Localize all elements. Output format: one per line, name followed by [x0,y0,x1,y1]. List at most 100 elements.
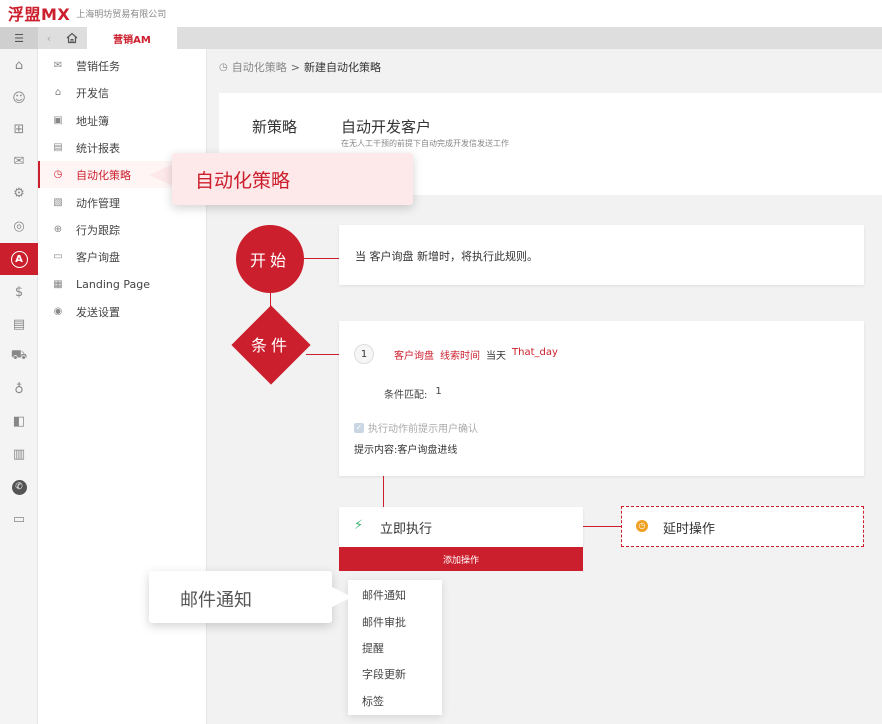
org-icon[interactable]: ⊞ [0,113,38,145]
dropdown-item-field-update[interactable]: 字段更新 [362,666,406,682]
add-action-button[interactable]: 添加操作 [339,547,583,571]
document-icon[interactable]: ▤ [0,308,38,340]
start-node[interactable]: 开始 [236,225,304,293]
icon-rail: ⌂ ☺ ⊞ ✉ ⚙ ◎ A $ ▤ ⛟ ♁ ◧ ▥ ✆ ▭ [0,49,38,724]
condition-value: That_day [512,347,558,358]
app-root: 浮盟MX 上海明坊贸易有限公司 ☰ ‹ 营销AM ⌂ ☺ ⊞ ✉ ⚙ ◎ A $… [0,0,882,724]
target-icon: ⊕ [53,224,63,235]
connector-action-delay [583,526,621,527]
condition-field2: 线索时间 [440,351,480,362]
menu-label: 地址簿 [76,114,109,128]
back-arrow-icon[interactable]: ‹ [40,27,58,49]
breadcrumb-parent[interactable]: 自动化策略 [232,59,287,75]
condition-rule[interactable]: 客户询盘 线索时间 当天 That_day [394,347,558,362]
connector-start-card [304,258,339,259]
condition-match: 条件匹配: 1 [384,386,442,401]
inquiry-icon: ▭ [53,251,63,262]
confirm-row: ✓ 执行动作前提示用户确认 [354,420,478,435]
book-icon[interactable]: ◧ [0,405,38,437]
mail-icon[interactable]: ✉ [0,145,38,177]
chart-icon[interactable]: ▥ [0,438,38,470]
confirm-label: 执行动作前提示用户确认 [368,424,478,435]
callout-menu: 自动化策略 [172,153,413,205]
logo-mark: 浮盟MX [8,5,71,24]
menu-label: 发送设置 [76,305,120,319]
menu-item-tracking[interactable]: ⊕ 行为跟踪 [38,216,206,243]
callout-dropdown-text: 邮件通知 [180,590,252,611]
menu-label: 动作管理 [76,196,120,210]
delay-label: 延时操作 [663,522,716,537]
confirm-checkbox[interactable]: ✓ [354,422,364,433]
tab-bar: ☰ ‹ 营销AM [0,27,882,49]
settings-icon: ◉ [53,306,63,317]
money-bag-icon[interactable]: ♁ [0,373,38,405]
strategy-label: 新策略 [252,118,298,136]
open-mail-icon: ⌂ [54,87,62,98]
connector-condition-card [306,354,339,355]
truck-icon[interactable]: ⛟ [0,340,38,372]
menu-item-landing-page[interactable]: ▦ Landing Page [38,271,206,298]
callout-dropdown: 邮件通知 [149,571,332,623]
clock-delay-icon: ◷ [636,520,648,532]
dollar-icon[interactable]: $ [0,276,38,308]
condition-card: 1 客户询盘 线索时间 当天 That_day 条件匹配: 1 ✓ 执行动作前提… [339,321,864,476]
envelope-icon: ✉ [53,60,63,71]
home-icon[interactable]: ⌂ [0,49,38,81]
automation-icon[interactable]: A [0,243,38,275]
menu-label: Landing Page [76,278,150,291]
dropdown-item-tag[interactable]: 标签 [362,693,384,709]
clock-icon: ◷ [219,61,228,73]
condition-label: 条件 [250,336,291,355]
condition-index: 1 [354,344,374,364]
callout-menu-text: 自动化策略 [195,170,291,192]
menu-label: 客户询盘 [76,250,120,264]
monitor-icon[interactable]: ▭ [0,503,38,535]
action-icon: ▧ [53,197,63,208]
compass-icon[interactable]: ◎ [0,210,38,242]
callout-dropdown-arrow [332,587,352,607]
bolt-icon: ⚡ [354,518,364,533]
condition-op: 当天 [486,351,506,362]
settings-cog-icon[interactable]: ⚙ [0,177,38,209]
menu-item-dev-letters[interactable]: ⌂ 开发信 [38,79,206,106]
chat-icon[interactable]: ✆ [0,471,38,503]
menu-label: 统计报表 [76,141,120,155]
menu-toggle-icon[interactable]: ☰ [0,27,38,49]
menu-label: 开发信 [76,86,109,100]
start-card: 当 客户询盘 新增时，将执行此规则。 [339,225,864,285]
dropdown-item-email-notify[interactable]: 邮件通知 [362,587,406,603]
action-label: 立即执行 [380,522,433,537]
menu-label: 营销任务 [76,59,120,73]
address-book-icon: ▣ [53,115,63,126]
strategy-name[interactable]: 自动开发客户 [341,116,431,137]
breadcrumb-separator: > [290,60,300,74]
start-text: 当 客户询盘 新增时，将执行此规则。 [355,250,538,263]
app-logo: 浮盟MX 上海明坊贸易有限公司 [8,3,167,24]
menu-item-address-book[interactable]: ▣ 地址簿 [38,107,206,134]
menu-label: 自动化策略 [76,168,131,182]
home-tab-icon[interactable] [60,27,84,49]
delay-card[interactable]: ◷ 延时操作 [621,506,864,547]
contact-icon[interactable]: ☺ [0,82,38,114]
menu-label: 行为跟踪 [76,223,120,237]
breadcrumb: ◷ 自动化策略 > 新建自动化策略 [219,59,381,75]
connector-condition-action [383,476,384,507]
action-card: ⚡ 立即执行 [339,507,583,547]
report-icon: ▤ [53,142,63,153]
tab-marketing-am[interactable]: 营销AM [87,27,177,49]
callout-menu-arrow [149,164,173,186]
breadcrumb-current: 新建自动化策略 [303,61,381,74]
dropdown-item-email-approval[interactable]: 邮件审批 [362,614,406,630]
match-label: 条件匹配: [384,390,428,401]
page-icon: ▦ [53,279,63,290]
clock-check-icon: ◷ [53,169,63,180]
strategy-desc: 在无人工干预的前提下自动完成开发信发送工作 [341,139,509,148]
menu-item-marketing-tasks[interactable]: ✉ 营销任务 [38,52,206,79]
add-action-dropdown: 邮件通知 邮件审批 提醒 字段更新 标签 [348,580,442,715]
menu-item-send-settings[interactable]: ◉ 发送设置 [38,298,206,325]
company-name: 上海明坊贸易有限公司 [76,9,167,20]
dropdown-item-reminder[interactable]: 提醒 [362,640,384,656]
condition-field1: 客户询盘 [394,351,434,362]
match-value: 1 [435,386,442,397]
menu-item-inquiries[interactable]: ▭ 客户询盘 [38,243,206,270]
